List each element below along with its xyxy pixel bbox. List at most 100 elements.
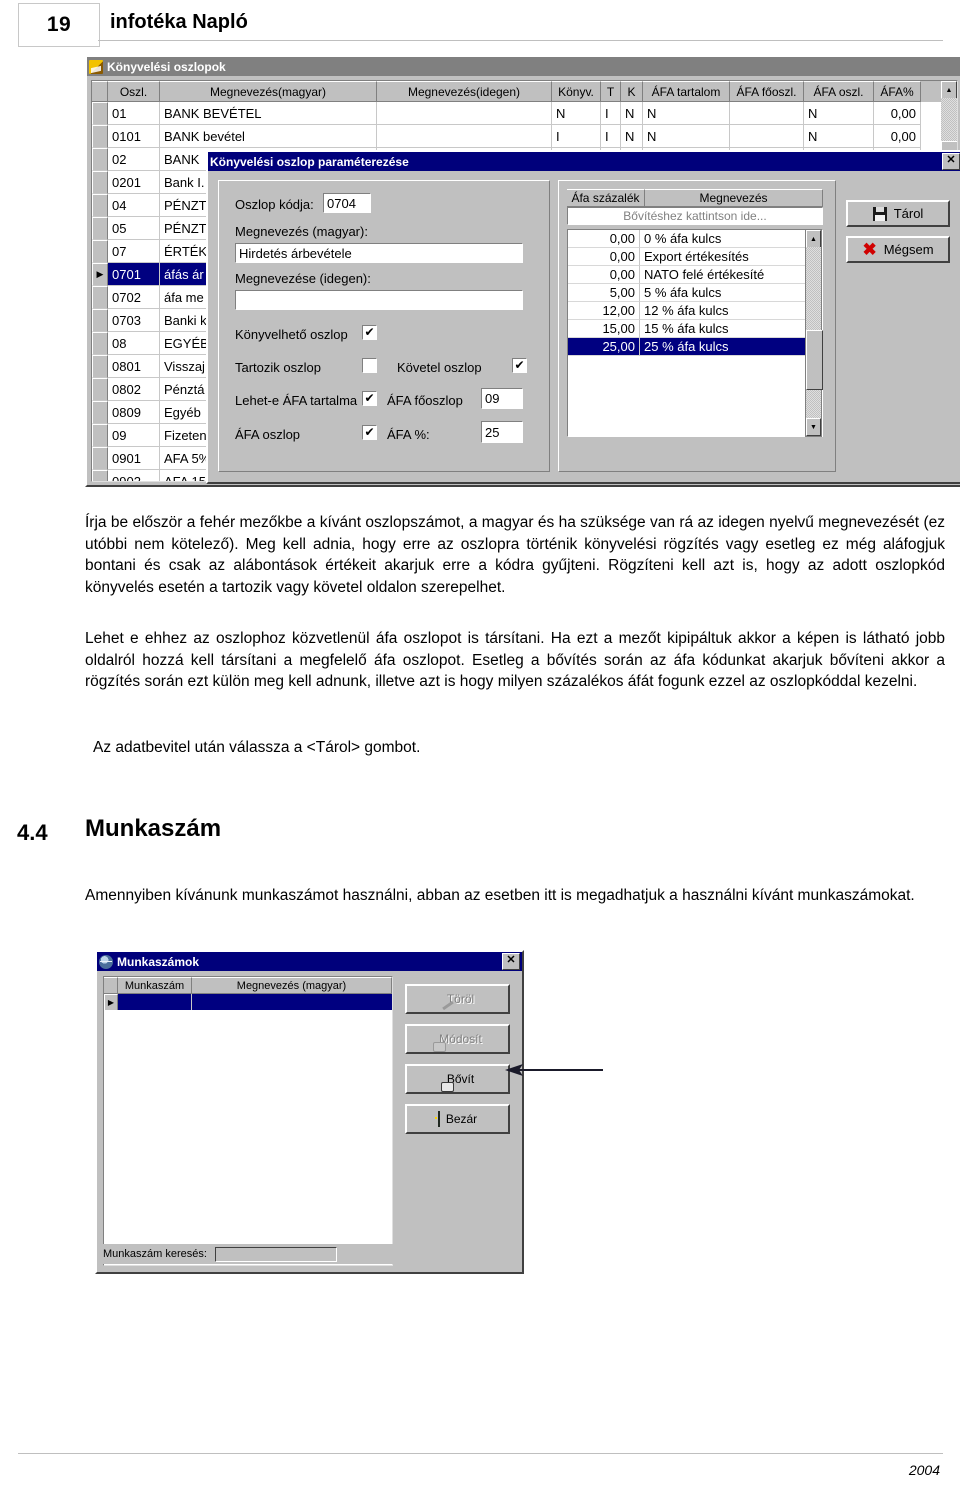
row-marker[interactable]: ▶ [92,263,108,286]
afa-item-name: 5 % áfa kulcs [640,284,806,302]
scroll-up-icon[interactable]: ▲ [941,81,957,99]
grid-header-afa-oszl[interactable]: ÁFA oszl. [804,81,874,102]
row-marker[interactable] [92,194,108,217]
grid-header-afa-pct[interactable]: ÁFA% [874,81,921,102]
row-marker[interactable] [92,286,108,309]
row-marker[interactable] [92,217,108,240]
afa-item-percent: 15,00 [568,320,640,338]
afa-item-name: NATO felé értékesíté [640,266,806,284]
row-marker[interactable]: ▶ [104,994,118,1010]
grid-header-afa-tartalom[interactable]: ÁFA tartalom [643,81,730,102]
megnevezes-idegen-input[interactable] [235,290,523,310]
afa-scroll-up-icon[interactable]: ▲ [806,230,821,248]
table-row[interactable]: 01 BANK BEVÉTEL N I N N N 0,00 [92,102,957,125]
row-marker[interactable] [92,424,108,447]
cell-konyv: I [552,125,601,148]
afa-list-col-name[interactable]: Megnevezés [645,189,823,207]
tarol-button[interactable]: Tárol [846,200,950,227]
row-marker[interactable] [92,332,108,355]
afa-oszlop-checkbox[interactable]: ✔ [362,425,377,440]
row-marker[interactable] [92,171,108,194]
row-marker[interactable] [92,240,108,263]
table-row[interactable]: ▶ [104,994,392,1010]
bezr-button[interactable]: Bezár [405,1104,510,1134]
cell-code: 09 [108,424,160,447]
row-marker[interactable] [92,309,108,332]
grid-header-afa-fooszl[interactable]: ÁFA főoszl. [730,81,804,102]
main-window-title: Könyvelési oszlopok [107,59,226,74]
megsem-button[interactable]: ✖ Mégsem [846,236,950,263]
grid-header-konyv[interactable]: Könyv. [552,81,601,102]
row-marker[interactable] [92,148,108,171]
afa-fooszlop-input[interactable]: 09 [481,388,523,409]
footer-year: 2004 [908,1462,940,1478]
cell-t: I [601,125,621,148]
row-marker[interactable] [92,378,108,401]
param-dialog-titlebar[interactable]: Könyvelési oszlop paraméterezése ✕ [208,152,960,171]
cell-afa-pct: 0,00 [874,125,921,148]
row-marker[interactable] [92,102,108,125]
tartozik-oszlop-checkbox[interactable] [362,358,377,373]
afa-list-item[interactable]: 0,00 0 % áfa kulcs [568,230,806,248]
afa-item-name: Export értékesítés [640,248,806,266]
munka-header-munkaszam[interactable]: Munkaszám [118,977,192,994]
grid-header-megnevezes-magyar[interactable]: Megnevezés(magyar) [160,81,377,102]
konyvelheto-oszlop-checkbox[interactable]: ✔ [362,325,377,340]
munkaszam-search: Munkaszám keresés: [103,1244,393,1264]
cell-afa-fooszl [730,102,804,125]
afa-list-box[interactable]: 0,00 0 % áfa kulcs 0,00 Export értékesítés 0… [567,229,823,437]
footer-divider [18,1453,943,1454]
munka-window-title: Munkaszámok [117,954,200,969]
button-label: Bezár [445,1112,478,1126]
afa-list-rows: 0,00 0 % áfa kulcs 0,00 Export értékesítés 0… [568,230,806,356]
afa-list-item[interactable]: 15,00 15 % áfa kulcs [568,320,806,338]
munka-header-megnevezes[interactable]: Megnevezés (magyar) [192,977,392,994]
cell-afa-fooszl [730,125,804,148]
callout-arrow-icon [505,1064,603,1076]
param-fields-panel: Oszlop kódja: 0704 Megnevezés (magyar): … [218,180,550,472]
afa-list-item[interactable]: 12,00 12 % áfa kulcs [568,302,806,320]
afa-szazalek-input[interactable]: 25 [481,421,523,443]
afa-list-scrollbar[interactable]: ▲ ▼ [805,229,823,437]
afa-szazalek-label: ÁFA %: [387,427,430,442]
lehet-afa-tartalma-checkbox[interactable]: ✔ [362,391,377,406]
grid-header-t[interactable]: T [601,81,621,102]
cell-code: 0809 [108,401,160,424]
row-marker[interactable] [92,447,108,470]
grid-header-oszl[interactable]: Oszl. [108,81,160,102]
mdost-button: Módosít [405,1024,510,1054]
afa-list-item[interactable]: 25,00 25 % áfa kulcs [568,338,806,356]
megnevezes-magyar-input[interactable]: Hirdetés árbevétele [235,243,523,263]
afa-list-add-row[interactable]: Bővítéshez kattintson ide... [567,207,823,225]
grid-header-rowmark [92,81,108,102]
table-row[interactable]: 0101 BANK bevétel I I N N N 0,00 [92,125,957,148]
munkaszam-search-input[interactable] [214,1246,337,1262]
afa-item-percent: 0,00 [568,230,640,248]
main-window-titlebar[interactable]: Könyvelési oszlopok [87,57,960,76]
afa-list-col-pct[interactable]: Áfa százalék [567,189,645,207]
munkaszam-grid[interactable]: Munkaszám Megnevezés (magyar) ▶ [103,976,393,1266]
afa-list-item[interactable]: 5,00 5 % áfa kulcs [568,284,806,302]
bvt-button[interactable]: Bővít [405,1064,510,1094]
row-marker[interactable] [92,355,108,378]
afa-item-name: 25 % áfa kulcs [640,338,806,356]
grid-header-megnevezes-idegen[interactable]: Megnevezés(idegen) [377,81,552,102]
close-icon[interactable]: ✕ [942,153,960,170]
cell-afa-pct: 0,00 [874,102,921,125]
oszlop-kodja-input[interactable]: 0704 [323,193,371,213]
grid-header-k[interactable]: K [621,81,643,102]
afa-scroll-down-icon[interactable]: ▼ [806,418,821,436]
kovetel-oszlop-checkbox[interactable]: ✔ [512,358,527,373]
afa-scroll-thumb[interactable] [806,330,823,390]
row-marker[interactable] [92,401,108,424]
param-dialog-title: Könyvelési oszlop paraméterezése [210,154,409,169]
konyvelheto-oszlop-label: Könyvelhető oszlop [235,327,348,342]
afa-list-item[interactable]: 0,00 NATO felé értékesíté [568,266,806,284]
row-marker[interactable] [92,125,108,148]
munka-header-rowmark [104,977,118,994]
munka-window-titlebar[interactable]: Munkaszámok ✕ [97,952,522,971]
row-marker[interactable] [92,470,108,481]
afa-list-item[interactable]: 0,00 Export értékesítés [568,248,806,266]
close-icon[interactable]: ✕ [502,953,520,970]
tartozik-oszlop-label: Tartozik oszlop [235,360,321,375]
